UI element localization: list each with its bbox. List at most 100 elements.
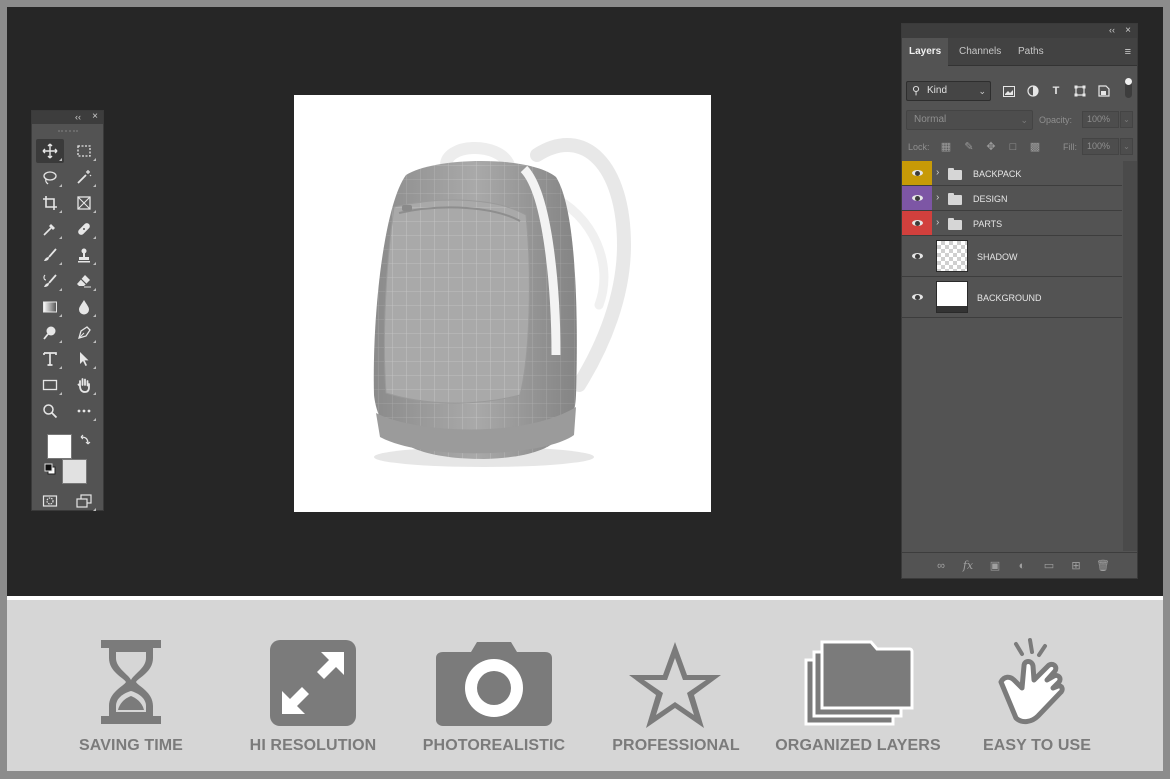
folder-icon (948, 218, 962, 230)
feature-label: PHOTOREALISTIC (422, 737, 566, 754)
collapse-icon[interactable]: ‹‹ (1109, 24, 1115, 37)
history-brush-tool[interactable] (36, 269, 64, 293)
opacity-dropdown-icon[interactable]: ⌄ (1120, 111, 1133, 128)
path-selection-tool[interactable] (70, 347, 98, 371)
document-canvas[interactable] (294, 95, 711, 512)
layer-row-design[interactable]: › DESIGN (902, 186, 1122, 211)
layers-scrollbar[interactable] (1123, 161, 1137, 551)
fill-dropdown-icon[interactable]: ⌄ (1120, 138, 1133, 155)
fill-input[interactable]: 100% (1082, 138, 1119, 155)
opacity-input[interactable]: 100% (1082, 111, 1119, 128)
eye-icon (911, 170, 923, 176)
pen-tool[interactable] (70, 321, 98, 345)
visibility-toggle[interactable] (902, 236, 932, 276)
layer-name: BACKPACK (973, 169, 1022, 179)
feature-photorealistic: PHOTOREALISTIC (409, 600, 579, 771)
tab-channels[interactable]: Channels (952, 38, 1008, 66)
layer-name: BACKGROUND (977, 293, 1042, 303)
default-colors-icon[interactable] (44, 462, 56, 480)
brush-tool[interactable] (36, 243, 64, 267)
delete-layer-icon[interactable]: 🗑 (1095, 558, 1111, 574)
healing-brush-tool[interactable] (70, 217, 98, 241)
move-tool[interactable] (36, 139, 64, 163)
visibility-toggle[interactable] (902, 186, 932, 210)
gradient-tool[interactable] (36, 295, 64, 319)
panel-menu-icon[interactable]: ≡ (1125, 47, 1131, 58)
lock-transparent-icon[interactable]: ▦ (939, 140, 953, 154)
feature-label: PROFESSIONAL (612, 737, 740, 754)
tab-paths[interactable]: Paths (1011, 38, 1051, 66)
more-tools[interactable] (70, 399, 98, 423)
frame-tool[interactable] (70, 191, 98, 215)
rectangle-icon (42, 379, 58, 391)
tab-layers[interactable]: Layers (902, 38, 949, 66)
layer-row-shadow[interactable]: SHADOW (902, 236, 1122, 277)
new-layer-icon[interactable]: ⊞ (1068, 558, 1084, 574)
eyedropper-tool[interactable] (36, 217, 64, 241)
blur-tool[interactable] (70, 295, 98, 319)
magnifier-icon (43, 404, 58, 419)
add-mask-icon[interactable]: ▣ (987, 558, 1003, 574)
stacked-folders-icon (804, 640, 914, 726)
dodge-tool[interactable] (36, 321, 64, 345)
fill-label: Fill: (1063, 142, 1077, 152)
swap-colors-icon[interactable] (79, 433, 91, 451)
foreground-color-swatch[interactable] (47, 434, 72, 459)
pixel-filter-icon[interactable] (1000, 83, 1018, 99)
layer-name: DESIGN (973, 194, 1008, 204)
lock-pixels-icon[interactable]: ✎ (962, 140, 976, 154)
lasso-tool[interactable] (36, 165, 64, 189)
close-icon[interactable]: × (1125, 24, 1131, 37)
adjustment-layer-icon[interactable]: ◐ (1014, 558, 1030, 574)
visibility-toggle[interactable] (902, 211, 932, 235)
fx-icon[interactable]: fx (960, 558, 976, 574)
lock-artboard-icon[interactable]: □ (1006, 140, 1020, 154)
eye-icon (911, 253, 923, 259)
expand-arrows-icon (270, 640, 356, 726)
zoom-tool[interactable] (36, 399, 64, 423)
panel-grip[interactable] (57, 124, 78, 132)
stamp-icon (78, 248, 90, 263)
crop-tool[interactable] (36, 191, 64, 215)
chevron-right-icon[interactable]: › (936, 167, 939, 178)
screen-mode-button[interactable] (70, 489, 98, 513)
layer-row-parts[interactable]: › PARTS (902, 211, 1122, 236)
eraser-tool[interactable] (70, 269, 98, 293)
chevron-right-icon[interactable]: › (936, 192, 939, 203)
lock-position-icon[interactable]: ✥ (984, 140, 998, 154)
background-color-swatch[interactable] (62, 459, 87, 484)
eye-icon (911, 195, 923, 201)
chevron-right-icon[interactable]: › (936, 217, 939, 228)
magic-wand-icon (77, 170, 92, 184)
type-filter-icon[interactable]: T (1047, 83, 1065, 99)
rectangle-tool[interactable] (36, 373, 64, 397)
frame-icon (77, 196, 91, 210)
layer-row-backpack[interactable]: › BACKPACK (902, 161, 1122, 186)
quick-mask-button[interactable] (36, 489, 64, 513)
collapse-icon[interactable]: ‹‹ (75, 111, 81, 123)
clone-stamp-tool[interactable] (70, 243, 98, 267)
visibility-toggle[interactable] (902, 161, 932, 185)
lock-label: Lock: (908, 142, 930, 152)
layer-thumbnail (936, 281, 968, 313)
lock-all-icon[interactable]: ▩ (1028, 140, 1042, 154)
link-layers-icon[interactable]: ∞ (933, 558, 949, 574)
pointing-hand-icon (998, 638, 1065, 725)
type-tool[interactable] (36, 347, 64, 371)
hand-tool[interactable] (70, 373, 98, 397)
layers-panel-header[interactable]: ‹‹ × (902, 24, 1137, 38)
visibility-toggle[interactable] (902, 277, 932, 317)
smart-object-filter-icon[interactable] (1095, 83, 1113, 99)
filter-kind-select[interactable]: ⚲ Kind ⌄ (906, 81, 991, 101)
close-icon[interactable]: × (92, 111, 98, 123)
blend-mode-select[interactable]: Normal ⌄ (906, 110, 1033, 130)
magic-wand-tool[interactable] (70, 165, 98, 189)
adjustment-filter-icon[interactable] (1024, 83, 1042, 99)
new-group-icon[interactable]: ▭ (1041, 558, 1057, 574)
filter-toggle[interactable] (1125, 78, 1132, 98)
layer-row-background[interactable]: BACKGROUND (902, 277, 1122, 318)
marquee-tool[interactable] (70, 139, 98, 163)
folder-icon (948, 168, 962, 180)
tools-panel-header[interactable]: ‹‹ × (32, 111, 103, 124)
shape-filter-icon[interactable] (1071, 83, 1089, 99)
